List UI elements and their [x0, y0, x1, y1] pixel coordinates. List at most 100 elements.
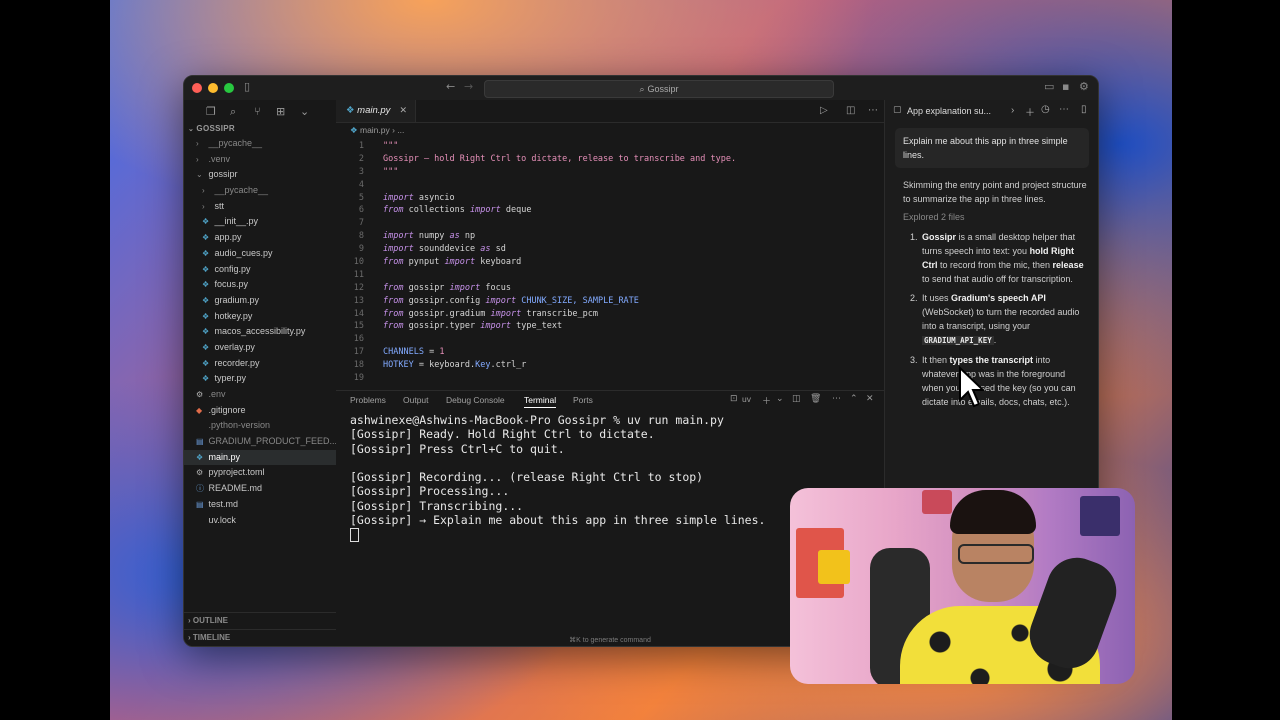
sidebar-item[interactable]: › __pycache__: [184, 183, 336, 199]
more-icon[interactable]: ⋯: [1059, 104, 1069, 115]
sidebar-item[interactable]: ❖ overlay.py: [184, 340, 336, 356]
explored-files[interactable]: Explored 2 files: [903, 212, 1098, 222]
line-number: 1: [358, 141, 364, 151]
sidebar-item[interactable]: ⚙ .env: [184, 387, 336, 403]
sidebar-item[interactable]: ▤ GRADIUM_PRODUCT_FEED...: [184, 434, 336, 450]
files-icon[interactable]: ❐: [206, 105, 216, 118]
close-tab-icon[interactable]: ✕: [399, 100, 407, 122]
extensions-icon[interactable]: ⊞: [276, 105, 285, 118]
more-actions-icon[interactable]: ⋯: [868, 105, 878, 116]
chevron-right-icon[interactable]: ›: [1011, 105, 1014, 116]
explorer-root-header[interactable]: ⌄ GOSSIPR: [184, 122, 336, 136]
panel-tab[interactable]: Output: [403, 395, 429, 405]
sidebar-item-label: .env: [208, 389, 226, 399]
breadcrumb[interactable]: ❖ main.py › ...: [336, 123, 884, 137]
toggle-sidebar-icon[interactable]: ▯: [244, 80, 250, 93]
line-number: 3: [358, 166, 364, 177]
chevron-down-icon[interactable]: ⌄: [300, 105, 309, 118]
code-token: numpy: [413, 231, 450, 242]
code-token: asyncio: [413, 192, 455, 203]
python-file-icon: ❖: [202, 248, 210, 258]
line-number: 15: [353, 321, 364, 332]
maximize-panel-icon[interactable]: ⌃: [850, 394, 858, 404]
settings-file-icon: ⚙: [196, 468, 204, 478]
close-window-button[interactable]: [192, 83, 202, 93]
sidebar-item[interactable]: .python-version: [184, 418, 336, 434]
back-arrow-icon[interactable]: ←: [446, 80, 455, 93]
sidebar-item[interactable]: ❖ app.py: [184, 230, 336, 246]
history-icon[interactable]: ◷: [1041, 104, 1050, 115]
sidebar-item-label: macos_accessibility.py: [214, 326, 306, 337]
answer-bold-text: types the transcript: [949, 355, 1034, 365]
terminal-prompt[interactable]: [350, 527, 765, 542]
sidebar-item[interactable]: › __pycache__: [184, 136, 336, 152]
close-panel-icon[interactable]: ✕: [866, 394, 874, 404]
split-editor-icon[interactable]: ◫: [846, 105, 855, 116]
code-token: gossipr.typer: [403, 321, 481, 332]
sidebar-item[interactable]: ▤ test.md: [184, 497, 336, 513]
sidebar-item[interactable]: ❖ macos_accessibility.py: [184, 324, 336, 340]
zoom-window-button[interactable]: [224, 83, 234, 93]
sidebar-item[interactable]: ⚙ pyproject.toml: [184, 465, 336, 481]
code-line: 19: [336, 372, 884, 385]
toggle-panel-icon[interactable]: ▯: [1081, 104, 1087, 115]
settings-gear-icon[interactable]: ⚙: [1079, 80, 1089, 93]
chevron-down-icon[interactable]: ⌄: [776, 394, 784, 404]
sidebar-item[interactable]: ◆ .gitignore: [184, 403, 336, 419]
command-center-search[interactable]: ⌕ Gossipr: [484, 80, 834, 98]
outline-section[interactable]: › OUTLINE: [184, 612, 336, 629]
panel-tab[interactable]: Problems: [350, 395, 386, 405]
sidebar-item[interactable]: › .venv: [184, 152, 336, 168]
panel-tab-bar: ⊡ uv ＋ ⌄ ◫ 🗑 ⋯ ⌃ ✕ Problems Output Debug C…: [336, 391, 884, 409]
terminal-line: [Gossipr] Processing...: [350, 484, 510, 499]
sidebar-item[interactable]: uv.lock: [184, 513, 336, 529]
new-terminal-icon[interactable]: ＋: [762, 394, 771, 407]
line-number: 12: [353, 282, 364, 293]
layout-icon[interactable]: ▭: [1044, 80, 1054, 93]
sidebar-item[interactable]: ❖ focus.py: [184, 277, 336, 293]
new-chat-icon[interactable]: ＋: [1025, 104, 1035, 119]
code-token: sounddevice: [413, 244, 481, 255]
code-token: from: [383, 308, 404, 319]
answer-list: 1. Gossipr is a small desktop helper that…: [903, 230, 1089, 409]
chat-icon[interactable]: ▪: [1062, 80, 1069, 93]
trash-icon[interactable]: 🗑: [810, 394, 821, 404]
minimize-window-button[interactable]: [208, 83, 218, 93]
chat-title[interactable]: App explanation su...: [907, 106, 991, 116]
chat-bubble-icon: ▢: [893, 105, 902, 115]
tab-main-py[interactable]: ❖ main.py ✕: [336, 100, 416, 122]
panel-tab[interactable]: Terminal: [524, 395, 557, 408]
shell-label[interactable]: uv: [742, 394, 751, 404]
code-area[interactable]: 1 """ 2 Gossipr — hold Right Ctrl to dictat…: [336, 140, 884, 385]
answer-bold-text: Gradium's speech API: [951, 293, 1046, 303]
line-number: 4: [358, 179, 364, 190]
sidebar-item[interactable]: ❖ audio_cues.py: [184, 246, 336, 262]
sidebar-item[interactable]: › stt: [184, 199, 336, 215]
sidebar-item[interactable]: ❖ config.py: [184, 262, 336, 278]
code-token: """: [383, 141, 399, 151]
code-token: collections: [403, 205, 471, 216]
sidebar-item[interactable]: ❖ recorder.py: [184, 356, 336, 372]
sidebar-item[interactable]: ⌄ gossipr: [184, 167, 336, 183]
panel-tab[interactable]: Ports: [573, 395, 593, 405]
terminal-line: [Gossipr] Transcribing...: [350, 498, 524, 513]
sidebar-item[interactable]: ⓘ README.md: [184, 481, 336, 497]
python-file-icon: ❖: [202, 311, 210, 321]
sidebar-item[interactable]: ❖ gradium.py: [184, 293, 336, 309]
code-token: from: [383, 282, 404, 293]
sidebar-item[interactable]: ❖ hotkey.py: [184, 309, 336, 325]
sidebar-item[interactable]: ❖ typer.py: [184, 371, 336, 387]
panel-tab[interactable]: Debug Console: [446, 395, 505, 405]
python-file-icon: ❖: [202, 358, 210, 368]
search-icon[interactable]: ⌕: [230, 105, 236, 119]
terminal-output[interactable]: ashwinexe@Ashwins-MacBook-Pro Gossipr % …: [350, 413, 765, 542]
sidebar-item[interactable]: ❖ main.py: [184, 449, 336, 466]
code-token: import: [383, 192, 414, 203]
run-icon[interactable]: ▷: [820, 105, 828, 116]
forward-arrow-icon[interactable]: →: [464, 80, 473, 93]
timeline-section[interactable]: › TIMELINE: [184, 629, 336, 646]
sidebar-item[interactable]: ❖ __init__.py: [184, 214, 336, 230]
more-actions-icon[interactable]: ⋯: [832, 394, 841, 404]
split-terminal-icon[interactable]: ◫: [792, 394, 801, 404]
source-control-icon[interactable]: ⑂: [254, 105, 261, 118]
